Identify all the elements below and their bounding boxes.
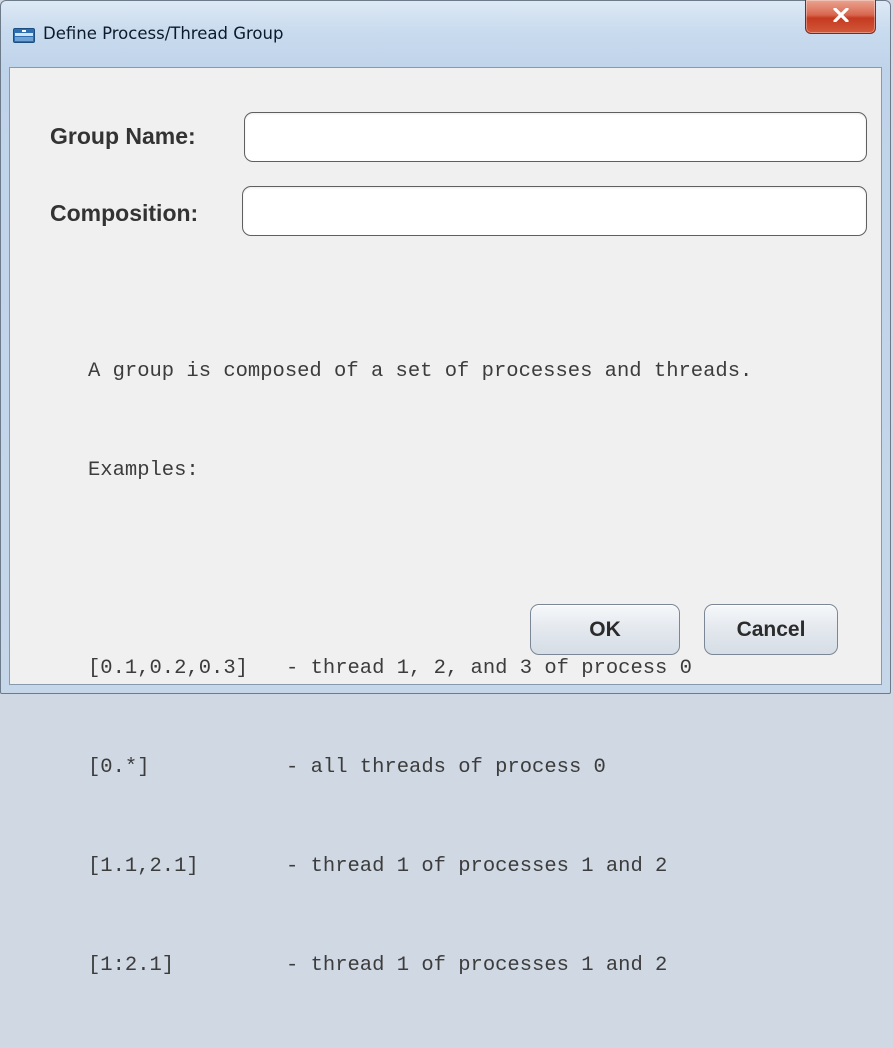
composition-input[interactable] — [242, 186, 867, 236]
example-row: [1.1,2.1] - thread 1 of processes 1 and 2 — [88, 850, 752, 883]
example-description: - thread 1 of processes 1 and 2 — [286, 954, 668, 977]
window-title: Define Process/Thread Group — [43, 24, 284, 43]
example-pattern: [0.1,0.2,0.3] — [88, 657, 248, 680]
example-description: - thread 1 of processes 1 and 2 — [286, 855, 668, 878]
app-window-icon — [13, 28, 35, 43]
close-icon — [833, 8, 849, 22]
example-row: [0.*] - all threads of process 0 — [88, 751, 752, 784]
close-button[interactable] — [805, 0, 876, 34]
example-pattern: [1:2.1] — [88, 954, 175, 977]
group-name-label: Group Name: — [50, 123, 196, 149]
composition-label: Composition: — [50, 200, 199, 226]
example-row: [0.1,0.2,0.3] - thread 1, 2, and 3 of pro… — [88, 652, 752, 685]
dialog-content: Group Name: Composition: A group is comp… — [9, 67, 882, 977]
ok-button[interactable]: OK — [530, 604, 680, 655]
dialog-window: Define Process/Thread Group Group Name: … — [0, 0, 891, 977]
help-text: A group is composed of a set of processe… — [88, 289, 752, 1048]
help-examples-label: Examples: — [88, 459, 199, 482]
example-pattern: [1.1,2.1] — [88, 855, 199, 878]
example-description: - all threads of process 0 — [286, 756, 606, 779]
example-pattern: [0.*] — [88, 756, 150, 779]
group-name-input[interactable] — [244, 112, 867, 162]
example-row: [1:2.1] - thread 1 of processes 1 and 2 — [88, 949, 752, 982]
title-bar[interactable]: Define Process/Thread Group — [1, 0, 890, 67]
cancel-button[interactable]: Cancel — [704, 604, 838, 655]
help-intro: A group is composed of a set of processe… — [88, 360, 753, 383]
example-description: - thread 1, 2, and 3 of process 0 — [286, 657, 692, 680]
